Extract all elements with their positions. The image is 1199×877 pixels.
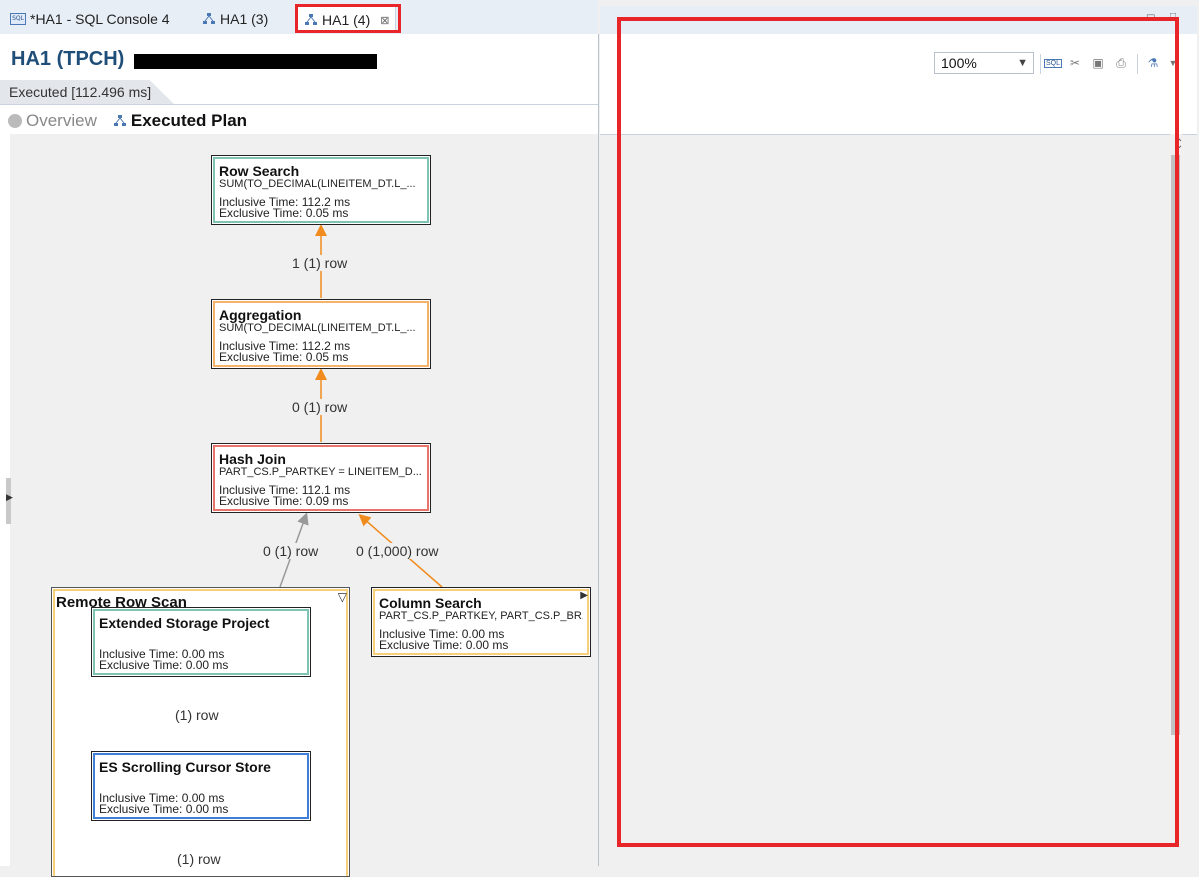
- plan-node-row-search[interactable]: Row Search SUM(TO_DECIMAL(LINEITEM_DT.L_…: [211, 155, 431, 225]
- edge-label: (1) row: [175, 707, 219, 723]
- plan-node-extended-storage-project[interactable]: Extended Storage Project Inclusive Time:…: [91, 607, 311, 677]
- collapse-icon[interactable]: ▽: [338, 590, 347, 604]
- node-name: ES Scrolling Cursor Store: [99, 759, 271, 775]
- node-detail: SUM(TO_DECIMAL(LINEITEM_DT.L_...: [219, 179, 416, 190]
- highlight-box: [617, 17, 1179, 847]
- node-detail: SUM(TO_DECIMAL(LINEITEM_DT.L_...: [219, 323, 416, 334]
- node-name: Aggregation: [219, 307, 302, 323]
- edge-label: (1) row: [177, 851, 221, 867]
- exclusive-time: Exclusive Time: 0.00 ms: [99, 802, 229, 816]
- node-detail: PART_CS.P_PARTKEY = LINEITEM_D...: [219, 467, 422, 478]
- plan-node-es-scrolling-cursor-store[interactable]: ES Scrolling Cursor Store Inclusive Time…: [91, 751, 311, 821]
- node-name: Extended Storage Project: [99, 615, 270, 631]
- edge-label: 0 (1,000) row: [356, 543, 439, 559]
- node-name: Column Search: [379, 595, 482, 611]
- plan-node-column-search[interactable]: Column Search PART_CS.P_PARTKEY, PART_CS…: [371, 587, 591, 657]
- plan-node-aggregation[interactable]: Aggregation SUM(TO_DECIMAL(LINEITEM_DT.L…: [211, 299, 431, 369]
- edge-label: 0 (1) row: [292, 399, 348, 415]
- exclusive-time: Exclusive Time: 0.00 ms: [99, 658, 229, 672]
- exclusive-time: Exclusive Time: 0.00 ms: [379, 638, 509, 652]
- node-name: Row Search: [219, 163, 300, 179]
- exclusive-time: Exclusive Time: 0.05 ms: [219, 206, 349, 220]
- edge-label: 1 (1) row: [292, 255, 348, 271]
- expand-icon[interactable]: ▶: [580, 590, 588, 601]
- edge-label: 0 (1) row: [263, 543, 319, 559]
- node-name: Hash Join: [219, 451, 286, 467]
- plan-node-hash-join[interactable]: Hash Join PART_CS.P_PARTKEY = LINEITEM_D…: [211, 443, 431, 513]
- exclusive-time: Exclusive Time: 0.09 ms: [219, 494, 349, 508]
- exclusive-time: Exclusive Time: 0.05 ms: [219, 350, 349, 364]
- node-detail: PART_CS.P_PARTKEY, PART_CS.P_BR...: [379, 611, 583, 622]
